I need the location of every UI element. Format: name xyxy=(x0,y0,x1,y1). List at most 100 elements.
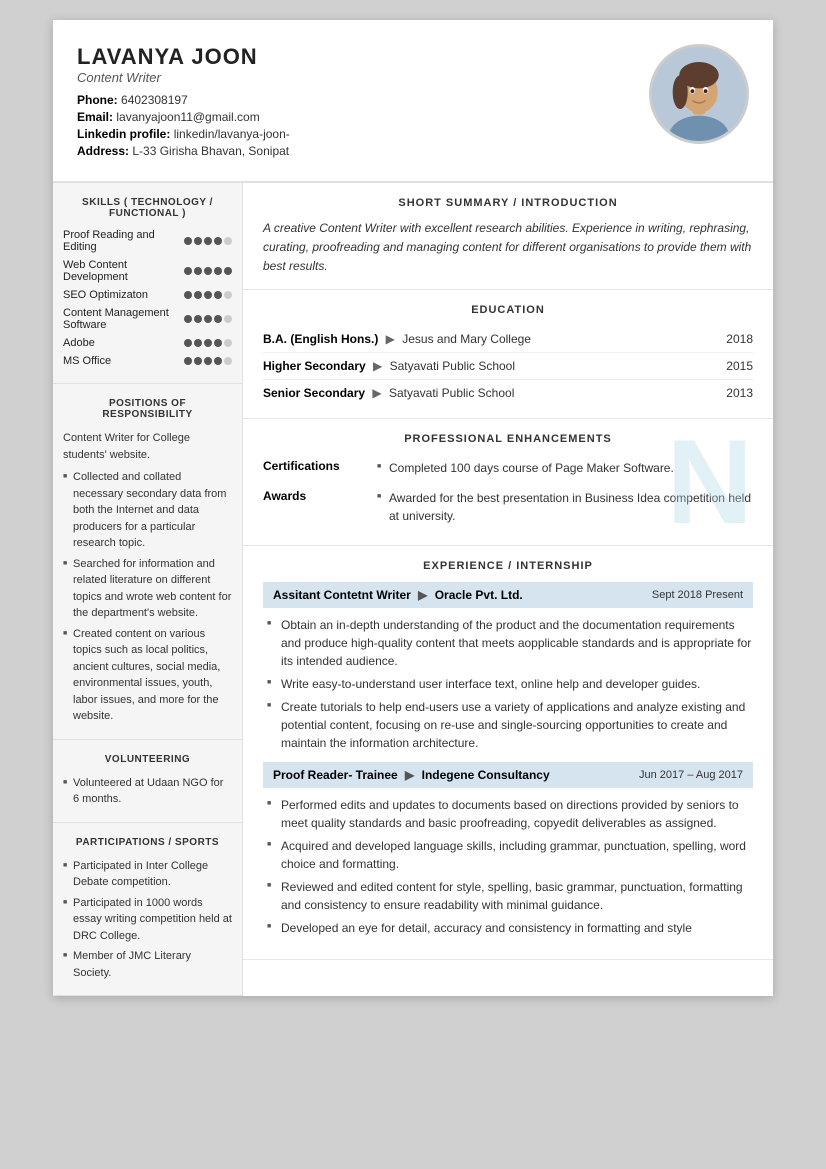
education-list: B.A. (English Hons.) ▶ Jesus and Mary Co… xyxy=(263,326,753,406)
skill-dot xyxy=(224,357,232,365)
address-value: L-33 Girisha Bhavan, Sonipat xyxy=(132,144,289,158)
summary-text: A creative Content Writer with excellent… xyxy=(263,219,753,277)
skill-row: SEO Optimizaton xyxy=(63,289,232,301)
address-row: Address: L-33 Girisha Bhavan, Sonipat xyxy=(77,144,290,158)
experience-bullet-item: Write easy-to-understand user interface … xyxy=(267,675,753,693)
phone-label: Phone: xyxy=(77,93,118,107)
skill-row: Adobe xyxy=(63,337,232,349)
skill-dot xyxy=(194,339,202,347)
skill-row: MS Office xyxy=(63,355,232,367)
skill-dot xyxy=(214,357,222,365)
enhancements-section: PROFESSIONAL ENHANCEMENTS Certifications… xyxy=(243,419,773,546)
skill-dots xyxy=(184,267,232,275)
positions-intro: Content Writer for College students' web… xyxy=(63,430,232,463)
skill-name: Adobe xyxy=(63,337,184,349)
skill-dot xyxy=(184,267,192,275)
skill-dot xyxy=(214,237,222,245)
experience-title-left: Assitant Contetnt Writer ▶ Oracle Pvt. L… xyxy=(273,588,523,602)
job-title: Content Writer xyxy=(77,70,290,85)
participations-bullets: Participated in Inter College Debate com… xyxy=(63,858,232,982)
education-left: Higher Secondary ▶ Satyavati Public Scho… xyxy=(263,359,726,373)
participations-title: PARTICIPATIONS / SPORTS xyxy=(63,837,232,848)
enhancement-label: Awards xyxy=(263,489,373,503)
skill-dots xyxy=(184,237,232,245)
skills-list: Proof Reading and Editing Web Content Dev… xyxy=(63,229,232,367)
phone-row: Phone: 6402308197 xyxy=(77,93,290,107)
experience-bullets: Performed edits and updates to documents… xyxy=(263,796,753,937)
linkedin-label: Linkedin profile: xyxy=(77,127,170,141)
skill-dot xyxy=(184,315,192,323)
education-year: 2018 xyxy=(726,332,753,346)
education-left: B.A. (English Hons.) ▶ Jesus and Mary Co… xyxy=(263,332,726,346)
skill-dot xyxy=(194,291,202,299)
linkedin-value: linkedin/lavanya-joon- xyxy=(174,127,290,141)
experience-bullets: Obtain an in-depth understanding of the … xyxy=(263,616,753,752)
resume-container: LAVANYA JOON Content Writer Phone: 64023… xyxy=(53,20,773,996)
skill-dot xyxy=(184,357,192,365)
enhancement-content: Awarded for the best presentation in Bus… xyxy=(373,489,753,529)
experience-bullet-item: Obtain an in-depth understanding of the … xyxy=(267,616,753,670)
body-wrapper: SKILLS ( TECHNOLOGY / FUNCTIONAL ) Proof… xyxy=(53,183,773,996)
skill-name: Content Management Software xyxy=(63,307,184,331)
summary-title: SHORT SUMMARY / INTRODUCTION xyxy=(263,197,753,209)
education-section: EDUCATION B.A. (English Hons.) ▶ Jesus a… xyxy=(243,290,773,419)
candidate-name: LAVANYA JOON xyxy=(77,44,290,70)
enhancement-row: CertificationsCompleted 100 days course … xyxy=(263,455,753,485)
main-content: SHORT SUMMARY / INTRODUCTION A creative … xyxy=(243,183,773,996)
experience-title-left: Proof Reader- Trainee ▶ Indegene Consult… xyxy=(273,768,550,782)
volunteering-section: VOLUNTEERING Volunteered at Udaan NGO fo… xyxy=(53,740,242,823)
email-value: lavanyajoon11@gmail.com xyxy=(116,110,259,124)
positions-title: POSITIONS OF RESPONSIBILITY xyxy=(63,398,232,420)
experience-header: Assitant Contetnt Writer ▶ Oracle Pvt. L… xyxy=(263,582,753,608)
experience-list: Assitant Contetnt Writer ▶ Oracle Pvt. L… xyxy=(263,582,753,937)
skill-dot xyxy=(224,237,232,245)
skill-dots xyxy=(184,291,232,299)
skill-dot xyxy=(214,267,222,275)
experience-bullet-item: Performed edits and updates to documents… xyxy=(267,796,753,832)
skill-name: Web Content Development xyxy=(63,259,184,283)
skill-name: SEO Optimizaton xyxy=(63,289,184,301)
skill-dot xyxy=(204,357,212,365)
skill-dot xyxy=(224,267,232,275)
skill-row: Content Management Software xyxy=(63,307,232,331)
experience-header: Proof Reader- Trainee ▶ Indegene Consult… xyxy=(263,762,753,788)
positions-bullet-item: Searched for information and related lit… xyxy=(63,556,232,622)
skill-dot xyxy=(194,315,202,323)
education-year: 2015 xyxy=(726,359,753,373)
skill-dot xyxy=(184,237,192,245)
skill-dot xyxy=(184,339,192,347)
volunteering-title: VOLUNTEERING xyxy=(63,754,232,765)
skill-dots xyxy=(184,357,232,365)
linkedin-row: Linkedin profile: linkedin/lavanya-joon- xyxy=(77,127,290,141)
skills-title: SKILLS ( TECHNOLOGY / FUNCTIONAL ) xyxy=(63,197,232,219)
participations-bullet-item: Participated in Inter College Debate com… xyxy=(63,858,232,891)
participations-bullet-item: Participated in 1000 words essay writing… xyxy=(63,895,232,945)
skill-dots xyxy=(184,339,232,347)
volunteering-bullets: Volunteered at Udaan NGO for 6 months. xyxy=(63,775,232,808)
experience-date: Jun 2017 – Aug 2017 xyxy=(639,769,743,781)
positions-section: POSITIONS OF RESPONSIBILITY Content Writ… xyxy=(53,384,242,740)
header-info: LAVANYA JOON Content Writer Phone: 64023… xyxy=(77,44,290,161)
participations-section: PARTICIPATIONS / SPORTS Participated in … xyxy=(53,823,242,997)
experience-bullet-item: Create tutorials to help end-users use a… xyxy=(267,698,753,752)
skill-dot xyxy=(204,267,212,275)
skill-dots xyxy=(184,315,232,323)
skill-name: Proof Reading and Editing xyxy=(63,229,184,253)
enhancements-list: CertificationsCompleted 100 days course … xyxy=(263,455,753,533)
skill-dot xyxy=(184,291,192,299)
header: LAVANYA JOON Content Writer Phone: 64023… xyxy=(53,20,773,183)
positions-bullet-item: Created content on various topics such a… xyxy=(63,626,232,725)
skill-dot xyxy=(194,357,202,365)
education-left: Senior Secondary ▶ Satyavati Public Scho… xyxy=(263,386,726,400)
enhancements-title: PROFESSIONAL ENHANCEMENTS xyxy=(263,433,753,445)
skill-dot xyxy=(204,237,212,245)
skill-dot xyxy=(224,339,232,347)
education-row: Higher Secondary ▶ Satyavati Public Scho… xyxy=(263,353,753,380)
education-row: Senior Secondary ▶ Satyavati Public Scho… xyxy=(263,380,753,406)
positions-bullet-item: Collected and collated necessary seconda… xyxy=(63,469,232,552)
education-row: B.A. (English Hons.) ▶ Jesus and Mary Co… xyxy=(263,326,753,353)
phone-value: 6402308197 xyxy=(121,93,188,107)
email-label: Email: xyxy=(77,110,113,124)
skill-dot xyxy=(194,267,202,275)
enhancement-row: AwardsAwarded for the best presentation … xyxy=(263,485,753,533)
